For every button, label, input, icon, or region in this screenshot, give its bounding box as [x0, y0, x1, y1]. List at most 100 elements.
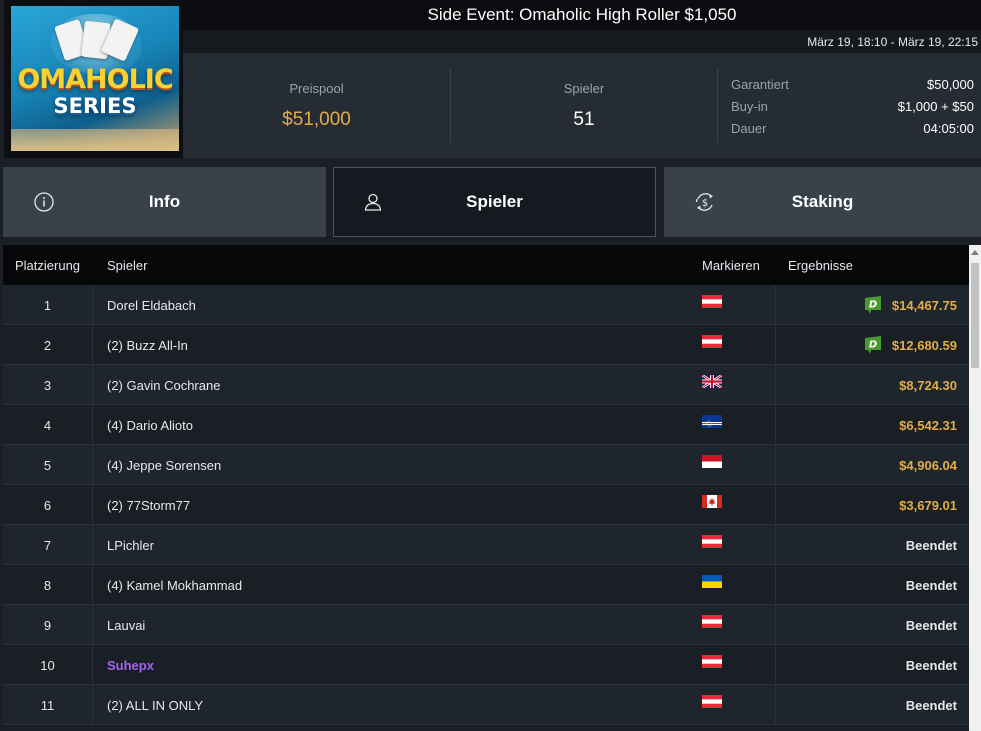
place-cell: 10	[3, 645, 93, 684]
tab-label: Info	[148, 192, 181, 211]
prize-pool-label: Preispool	[289, 81, 344, 96]
result-value: Beendet	[905, 578, 957, 593]
detail-label: Buy-in	[731, 99, 768, 114]
table-row[interactable]: 6 (2) 77Storm77 $3,679.01	[3, 485, 969, 525]
flag-austria-icon	[702, 655, 722, 668]
table-row[interactable]: 7 LPichler Beendet	[3, 525, 969, 565]
player-name[interactable]: (2) 77Storm77	[107, 485, 190, 526]
tournament-page: OMAHOLIC SERIES Side Event: Omaholic Hig…	[0, 0, 981, 731]
flag-cell	[689, 485, 776, 524]
logo-artwork: OMAHOLIC SERIES	[11, 6, 179, 151]
deal-badge-icon: D	[865, 336, 881, 354]
place-cell: 7	[3, 525, 93, 564]
flag-cell	[689, 365, 776, 404]
detail-label: Dauer	[731, 121, 767, 136]
deal-badge-label: D	[869, 340, 877, 351]
place-cell: 5	[3, 445, 93, 484]
flag-cell	[689, 445, 776, 484]
event-title: Side Event: Omaholic High Roller $1,050	[183, 0, 981, 30]
table-row[interactable]: 2 (2) Buzz All-In D $12,680.59	[3, 325, 969, 365]
tab-label: Spieler	[466, 192, 523, 211]
detail-value: 04:05:00	[923, 121, 974, 136]
flag-austria-icon	[702, 335, 722, 348]
tab-players[interactable]: Spieler	[333, 167, 656, 237]
deal-badge-icon: D	[865, 296, 881, 314]
header-result[interactable]: Ergebnisse	[788, 245, 853, 286]
place-cell: 9	[3, 605, 93, 644]
flag-ukraine-icon	[702, 575, 722, 588]
flag-cell	[689, 685, 776, 724]
player-name[interactable]: Dorel Eldabach	[107, 285, 196, 326]
deal-badge-label: D	[869, 300, 877, 311]
place-cell: 11	[3, 685, 93, 724]
event-logo: OMAHOLIC SERIES	[4, 0, 183, 158]
player-name[interactable]: (4) Kamel Mokhammad	[107, 565, 242, 606]
result-value: $8,724.30	[899, 378, 957, 393]
place-cell: 8	[3, 565, 93, 604]
players-value: 51	[573, 109, 595, 130]
place-cell: 1	[3, 285, 93, 324]
table-row[interactable]: 1 Dorel Eldabach D $14,467.75	[3, 285, 969, 325]
detail-value: $1,000 + $50	[897, 99, 974, 114]
prize-pool-value: $51,000	[282, 109, 351, 130]
place-cell: 4	[3, 405, 93, 444]
player-name[interactable]: (2) Buzz All-In	[107, 325, 188, 366]
players-stat: Spieler 51	[451, 53, 717, 158]
result-value: $3,679.01	[899, 498, 957, 513]
player-name[interactable]: LPichler	[107, 525, 154, 566]
flag-cell	[689, 285, 776, 324]
flag-cell	[689, 645, 776, 684]
flag-cell	[689, 325, 776, 364]
scroll-up-arrow-icon[interactable]	[969, 245, 981, 261]
table-row[interactable]: 4 (4) Dario Alioto $6,542.31	[3, 405, 969, 445]
player-name[interactable]: (4) Dario Alioto	[107, 405, 193, 446]
place-cell: 3	[3, 365, 93, 404]
tab-label: Staking	[791, 192, 854, 211]
player-name[interactable]: (4) Jeppe Sorensen	[107, 445, 221, 486]
header-place[interactable]: Platzierung	[15, 245, 80, 286]
player-name[interactable]: (2) ALL IN ONLY	[107, 685, 203, 726]
header-player[interactable]: Spieler	[107, 245, 147, 286]
details-list: Garantiert $50,000 Buy-in $1,000 + $50 D…	[718, 53, 981, 158]
result-value: Beendet	[905, 698, 957, 713]
players-label: Spieler	[563, 81, 605, 96]
player-name[interactable]: Lauvai	[107, 605, 145, 646]
place-cell: 2	[3, 325, 93, 364]
player-name[interactable]: Suhepx	[107, 645, 154, 686]
table-row[interactable]: 8 (4) Kamel Mokhammad Beendet	[3, 565, 969, 605]
table-row[interactable]: 3 (2) Gavin Cochrane $8,724.30	[3, 365, 969, 405]
header-flag[interactable]: Markieren	[702, 245, 760, 286]
place-cell: 6	[3, 485, 93, 524]
scroll-thumb[interactable]	[971, 263, 979, 368]
table-row[interactable]: 10 Suhepx Beendet	[3, 645, 969, 685]
flag-united-kingdom-icon	[702, 375, 722, 388]
table-row[interactable]: 11 (2) ALL IN ONLY Beendet	[3, 685, 969, 725]
result-value: $12,680.59	[891, 338, 957, 353]
table-row[interactable]: 5 (4) Jeppe Sorensen $4,906.04	[3, 445, 969, 485]
detail-label: Garantiert	[731, 77, 789, 92]
detail-buy-in: Buy-in $1,000 + $50	[731, 99, 974, 121]
flag-monaco-icon	[702, 455, 722, 468]
result-value: Beendet	[905, 658, 957, 673]
player-name[interactable]: (2) Gavin Cochrane	[107, 365, 220, 406]
flag-canada-icon	[702, 495, 722, 508]
result-value: $6,542.31	[899, 418, 957, 433]
scrollbar[interactable]	[969, 245, 981, 731]
result-value: $4,906.04	[899, 458, 957, 473]
tab-staking[interactable]: $ Staking	[664, 167, 981, 237]
table-header: Platzierung Spieler Markieren Ergebnisse	[3, 245, 969, 285]
flag-cape-verde-icon	[702, 415, 722, 428]
result-value: Beendet	[905, 538, 957, 553]
flag-cell	[689, 605, 776, 644]
flag-austria-icon	[702, 615, 722, 628]
table-row[interactable]: 9 Lauvai Beendet	[3, 605, 969, 645]
logo-text-series: SERIES	[53, 94, 137, 118]
result-value: Beendet	[905, 618, 957, 633]
tab-info[interactable]: Info	[3, 167, 326, 237]
results-table: Platzierung Spieler Markieren Ergebnisse…	[3, 245, 969, 731]
sand-graphic	[11, 129, 179, 151]
detail-value: $50,000	[927, 77, 974, 92]
logo-text-omaholic: OMAHOLIC	[17, 64, 173, 95]
flag-cell	[689, 405, 776, 444]
flag-austria-icon	[702, 295, 722, 308]
